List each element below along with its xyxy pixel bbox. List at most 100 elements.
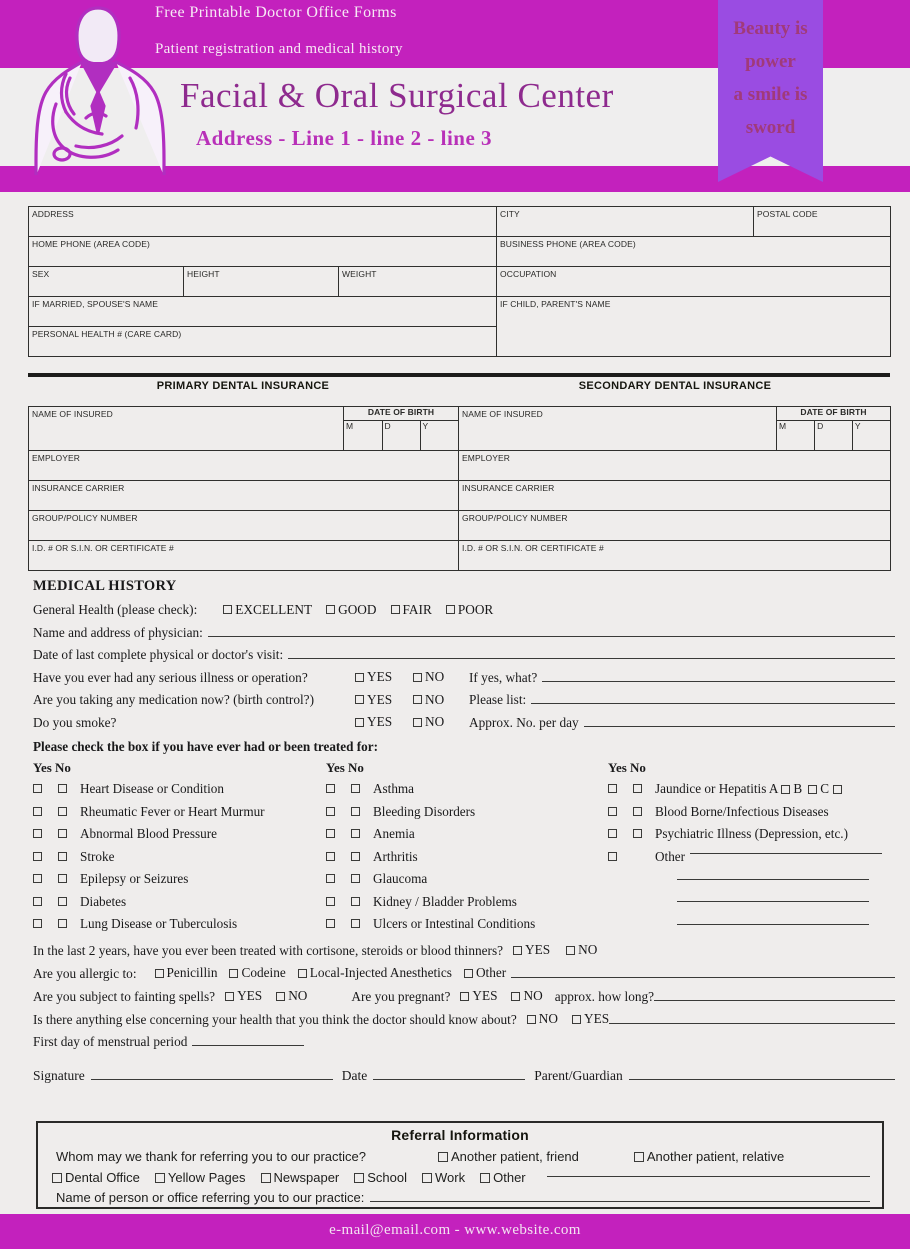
- fainting-yes[interactable]: YES: [225, 988, 262, 1004]
- field-secondary-carrier[interactable]: INSURANCE CARRIER: [458, 480, 891, 511]
- pregnant-no[interactable]: NO: [511, 988, 543, 1004]
- checkbox-icon[interactable]: [437, 1151, 448, 1162]
- field-business-phone[interactable]: BUSINESS PHONE (AREA CODE): [496, 236, 891, 267]
- option-excellent[interactable]: EXCELLENT: [223, 602, 312, 618]
- checkbox-icon-no[interactable]: [58, 896, 67, 906]
- field-secondary-insured-name[interactable]: NAME OF INSURED: [458, 406, 777, 451]
- primary-dob-year[interactable]: Y: [419, 420, 458, 450]
- medication-no[interactable]: NO: [413, 692, 469, 708]
- medication-input-line[interactable]: [531, 703, 895, 704]
- checkbox-icon-yes[interactable]: [608, 851, 617, 861]
- date-input-line[interactable]: [373, 1079, 526, 1080]
- checkbox-icon[interactable]: [223, 605, 233, 614]
- checkbox-icon[interactable]: [354, 1172, 365, 1183]
- checkbox-icon[interactable]: [571, 1014, 581, 1024]
- allergy-penicillin[interactable]: Penicillin: [154, 965, 217, 981]
- anything-else-yes[interactable]: YES: [571, 1011, 609, 1027]
- smoke-no[interactable]: NO: [413, 714, 469, 730]
- field-primary-employer[interactable]: EMPLOYER: [28, 450, 459, 481]
- checkbox-icon-no[interactable]: [58, 829, 67, 839]
- checkbox-icon-yes[interactable]: [326, 896, 335, 906]
- illness-input-line[interactable]: [542, 680, 895, 682]
- field-secondary-group-policy[interactable]: GROUP/POLICY NUMBER: [458, 510, 891, 541]
- illness-yes[interactable]: YES: [355, 669, 413, 685]
- checkbox-icon-yes[interactable]: [33, 896, 42, 906]
- smoke-input-line[interactable]: [583, 725, 895, 727]
- field-address[interactable]: ADDRESS: [28, 206, 497, 237]
- allergy-other-input-line[interactable]: [511, 976, 895, 978]
- checkbox-icon[interactable]: [566, 945, 576, 955]
- checkbox-icon[interactable]: [445, 605, 455, 614]
- checkbox-icon[interactable]: [326, 605, 336, 614]
- cortisone-yes[interactable]: YES: [513, 942, 550, 958]
- field-sex[interactable]: SEX: [28, 266, 184, 297]
- checkbox-icon-no[interactable]: [58, 874, 67, 884]
- checkbox-icon-no[interactable]: [351, 829, 360, 839]
- referral-source-newspaper[interactable]: Newspaper: [260, 1170, 339, 1185]
- referral-friend-option[interactable]: Another patient, friend: [437, 1149, 579, 1164]
- referral-source-work[interactable]: Work: [422, 1170, 465, 1185]
- field-primary-id-cert[interactable]: I.D. # OR S.I.N. OR CERTIFICATE #: [28, 540, 459, 571]
- checkbox-icon-no[interactable]: [58, 919, 67, 929]
- last-visit-input-line[interactable]: [288, 658, 895, 659]
- checkbox-icon[interactable]: [413, 695, 422, 704]
- checkbox-icon[interactable]: [526, 1014, 536, 1024]
- field-spouse-name[interactable]: IF MARRIED, SPOUSE'S NAME: [28, 296, 497, 327]
- checkbox-icon[interactable]: [355, 672, 364, 682]
- primary-dob-day[interactable]: D: [381, 420, 420, 450]
- anything-else-input-line[interactable]: [609, 1022, 895, 1024]
- primary-dob-month[interactable]: M: [344, 420, 382, 450]
- anything-else-no[interactable]: NO: [526, 1011, 558, 1027]
- checkbox-icon-no[interactable]: [633, 829, 642, 839]
- other-condition-line-2[interactable]: [677, 878, 869, 880]
- checkbox-icon[interactable]: [480, 1172, 491, 1183]
- checkbox-icon-no[interactable]: [351, 806, 360, 816]
- field-parent-name[interactable]: IF CHILD, PARENT'S NAME: [496, 296, 891, 357]
- checkbox-icon[interactable]: [413, 672, 422, 682]
- checkbox-icon-yes[interactable]: [326, 919, 335, 929]
- checkbox-icon[interactable]: [355, 717, 364, 727]
- other-condition-line-4[interactable]: [677, 923, 869, 925]
- checkbox-icon[interactable]: [833, 784, 843, 794]
- checkbox-icon-yes[interactable]: [326, 784, 335, 794]
- field-health-number[interactable]: PERSONAL HEALTH # (CARE CARD): [28, 326, 497, 357]
- checkbox-icon[interactable]: [297, 968, 307, 978]
- field-occupation[interactable]: OCCUPATION: [496, 266, 891, 297]
- allergy-other[interactable]: Other: [463, 965, 506, 981]
- referral-source-yellow-pages[interactable]: Yellow Pages: [154, 1170, 246, 1185]
- pregnant-yes[interactable]: YES: [460, 988, 497, 1004]
- checkbox-icon[interactable]: [422, 1172, 433, 1183]
- checkbox-icon-no[interactable]: [58, 784, 67, 794]
- other-condition-line-1[interactable]: [690, 853, 883, 855]
- checkbox-icon[interactable]: [229, 968, 239, 978]
- checkbox-icon-yes[interactable]: [33, 829, 42, 839]
- referral-name-input-line[interactable]: [370, 1201, 870, 1202]
- checkbox-icon[interactable]: [390, 605, 400, 614]
- hepatitis-b-option[interactable]: B: [781, 781, 802, 797]
- medication-yes[interactable]: YES: [355, 692, 413, 708]
- field-secondary-dob[interactable]: DATE OF BIRTH M D Y: [776, 406, 891, 451]
- menstrual-input-line[interactable]: [192, 1045, 305, 1046]
- parent-guardian-input-line[interactable]: [628, 1079, 895, 1080]
- checkbox-icon-yes[interactable]: [326, 806, 335, 816]
- checkbox-icon-no[interactable]: [351, 874, 360, 884]
- field-postal-code[interactable]: POSTAL CODE: [753, 206, 891, 237]
- checkbox-icon[interactable]: [781, 784, 791, 794]
- option-fair[interactable]: FAIR: [390, 602, 432, 618]
- checkbox-icon-yes[interactable]: [33, 784, 42, 794]
- fainting-no[interactable]: NO: [276, 988, 307, 1004]
- checkbox-icon[interactable]: [633, 1151, 644, 1162]
- field-weight[interactable]: WEIGHT: [338, 266, 497, 297]
- checkbox-icon-no[interactable]: [351, 919, 360, 929]
- referral-other-input-line[interactable]: [546, 1175, 870, 1177]
- secondary-dob-year[interactable]: Y: [851, 420, 890, 450]
- smoke-yes[interactable]: YES: [355, 714, 413, 730]
- illness-no[interactable]: NO: [413, 669, 469, 685]
- physician-input-line[interactable]: [207, 635, 895, 637]
- field-primary-dob[interactable]: DATE OF BIRTH M D Y: [343, 406, 459, 451]
- checkbox-icon-yes[interactable]: [326, 851, 335, 861]
- allergy-codeine[interactable]: Codeine: [229, 965, 286, 981]
- referral-source-other[interactable]: Other: [480, 1170, 526, 1185]
- field-home-phone[interactable]: HOME PHONE (AREA CODE): [28, 236, 497, 267]
- checkbox-icon-yes[interactable]: [326, 829, 335, 839]
